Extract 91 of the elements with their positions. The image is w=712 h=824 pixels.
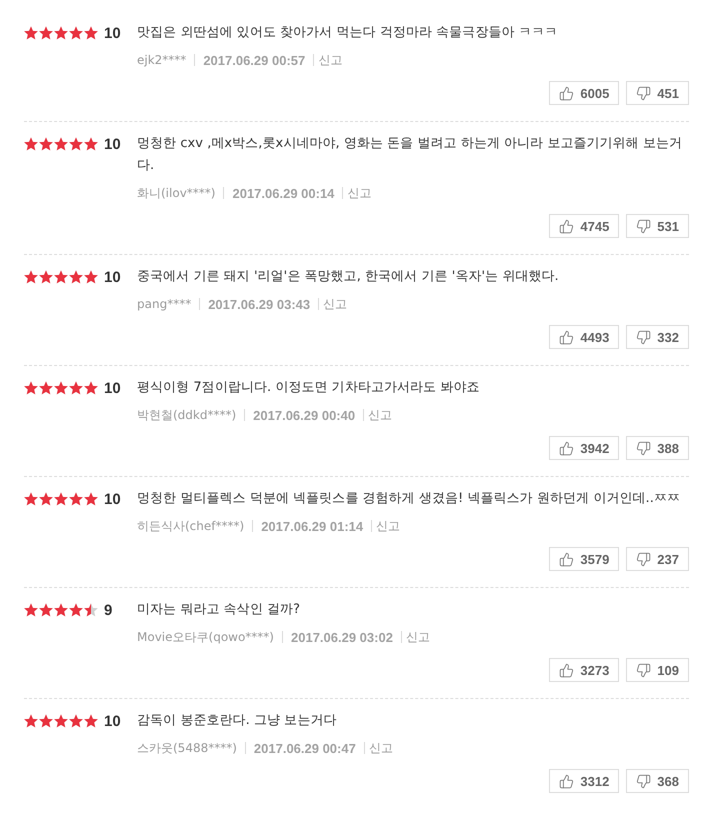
star-icon: [54, 137, 68, 151]
star-icon: [69, 381, 83, 395]
thumbs-up-icon: [559, 440, 574, 456]
star-icon: [54, 270, 68, 284]
like-button[interactable]: 3579: [549, 547, 620, 571]
thumbs-up-icon: [559, 662, 574, 678]
rating-score: 9: [104, 602, 112, 618]
star-icon: [54, 603, 68, 617]
star-icon: [69, 270, 83, 284]
half-star-icon: [84, 603, 98, 617]
author-name: 화니(ilov****): [137, 184, 216, 202]
like-button[interactable]: 3312: [549, 769, 620, 793]
star-icon: [69, 492, 83, 506]
review-text: 미자는 뭐라고 속삭인 걸까?: [137, 601, 302, 619]
rating-score: 10: [104, 712, 121, 730]
star-icon: [24, 381, 38, 395]
star-icon: [24, 137, 38, 151]
star-icon: [39, 381, 53, 395]
star-icon: [84, 714, 98, 728]
star-icon: [84, 26, 98, 40]
review-text: 멍청한 cxv ,메x박스,롯x시네마야, 영화는 돈을 벌려고 하는게 아니라 보고즐기기위해 보는거다.: [137, 135, 684, 175]
rating-score: 10: [104, 490, 121, 508]
author-name: ejk2****: [137, 53, 186, 67]
review-date: 2017.06.29 00:40: [253, 408, 356, 422]
author-name: pang****: [137, 297, 192, 311]
star-icon: [39, 137, 53, 151]
like-button[interactable]: 3942: [549, 436, 620, 460]
thumbs-down-icon: [636, 218, 652, 234]
review-date: 2017.06.29 00:14: [232, 186, 334, 200]
dislike-button[interactable]: 332: [626, 325, 689, 349]
star-icon: [69, 603, 83, 617]
review-date: 2017.06.29 00:47: [254, 740, 356, 756]
star-icon: [39, 714, 53, 728]
star-icon: [84, 381, 98, 395]
star-icon: [24, 714, 38, 728]
star-icon: [84, 270, 98, 284]
review-date: 2017.06.29 03:02: [291, 630, 393, 644]
star-icon: [54, 26, 68, 40]
star-icon: [69, 137, 83, 151]
thumbs-up-icon: [559, 552, 574, 566]
star-icon: [54, 714, 68, 728]
rating-score: 10: [104, 136, 121, 152]
dislike-button[interactable]: 531: [626, 214, 689, 238]
thumbs-up-icon: [559, 774, 574, 788]
review-date: 2017.06.29 01:14: [261, 518, 364, 534]
review-text: 맛집은 외딴섬에 있어도 찾아가서 먹는다 걱정마라 속물극장들아 ㅋㅋㅋ: [137, 24, 559, 42]
review-text: 감독이 봉준호란다. 그냥 보는거다: [137, 712, 338, 730]
star-icon: [84, 492, 98, 506]
thumbs-down-icon: [636, 774, 652, 788]
thumbs-down-icon: [636, 552, 652, 566]
like-button[interactable]: 4493: [549, 325, 620, 349]
thumbs-up-icon: [559, 330, 574, 344]
dislike-button[interactable]: 368: [626, 769, 689, 793]
author-name: 박현철(ddkd****): [137, 406, 236, 424]
rating-score: 10: [104, 380, 121, 396]
review-text: 중국에서 기른 돼지 '리얼'은 폭망했고, 한국에서 기른 '옥자'는 위대했다.: [137, 268, 560, 286]
like-button[interactable]: 6005: [549, 81, 620, 105]
dislike-button[interactable]: 388: [626, 436, 689, 460]
thumbs-up-icon: [559, 218, 574, 234]
star-icon: [54, 381, 68, 395]
review-date: 2017.06.29 03:43: [208, 296, 310, 312]
thumbs-down-icon: [636, 330, 652, 344]
author-name: 히든식사(chef****): [137, 518, 244, 534]
rating-score: 10: [104, 24, 121, 42]
star-icon: [54, 492, 68, 506]
author-name: Movie오타쿠(qowo****): [137, 628, 274, 646]
star-icon: [24, 603, 38, 617]
star-icon: [69, 26, 83, 40]
thumbs-up-icon: [559, 86, 574, 100]
dislike-button[interactable]: 109: [626, 658, 689, 682]
thumbs-down-icon: [636, 662, 652, 678]
like-button[interactable]: 4745: [549, 214, 620, 238]
star-icon: [39, 492, 53, 506]
star-icon: [24, 270, 38, 284]
like-button[interactable]: 3273: [549, 658, 620, 682]
star-icon: [24, 26, 38, 40]
star-icon: [24, 492, 38, 506]
dislike-button[interactable]: 237: [626, 547, 689, 571]
thumbs-down-icon: [636, 86, 652, 100]
star-icon: [69, 714, 83, 728]
star-icon: [84, 137, 98, 151]
star-icon: [39, 26, 53, 40]
thumbs-down-icon: [636, 440, 652, 456]
review-date: 2017.06.29 00:57: [203, 52, 306, 68]
dislike-button[interactable]: 451: [626, 81, 689, 105]
star-icon: [39, 603, 53, 617]
review-text: 평식이형 7점이랍니다. 이정도면 기차타고가서라도 봐야죠: [137, 379, 480, 397]
star-icon: [39, 270, 53, 284]
rating-score: 10: [104, 268, 121, 286]
author-name: 스카웃(5488****): [137, 740, 237, 756]
review-text: 멍청한 멀티플렉스 덕분에 넥플릿스를 경험하게 생겼음! 넥플릭스가 원하던게 이거인데..ㅉㅉ: [137, 490, 681, 508]
